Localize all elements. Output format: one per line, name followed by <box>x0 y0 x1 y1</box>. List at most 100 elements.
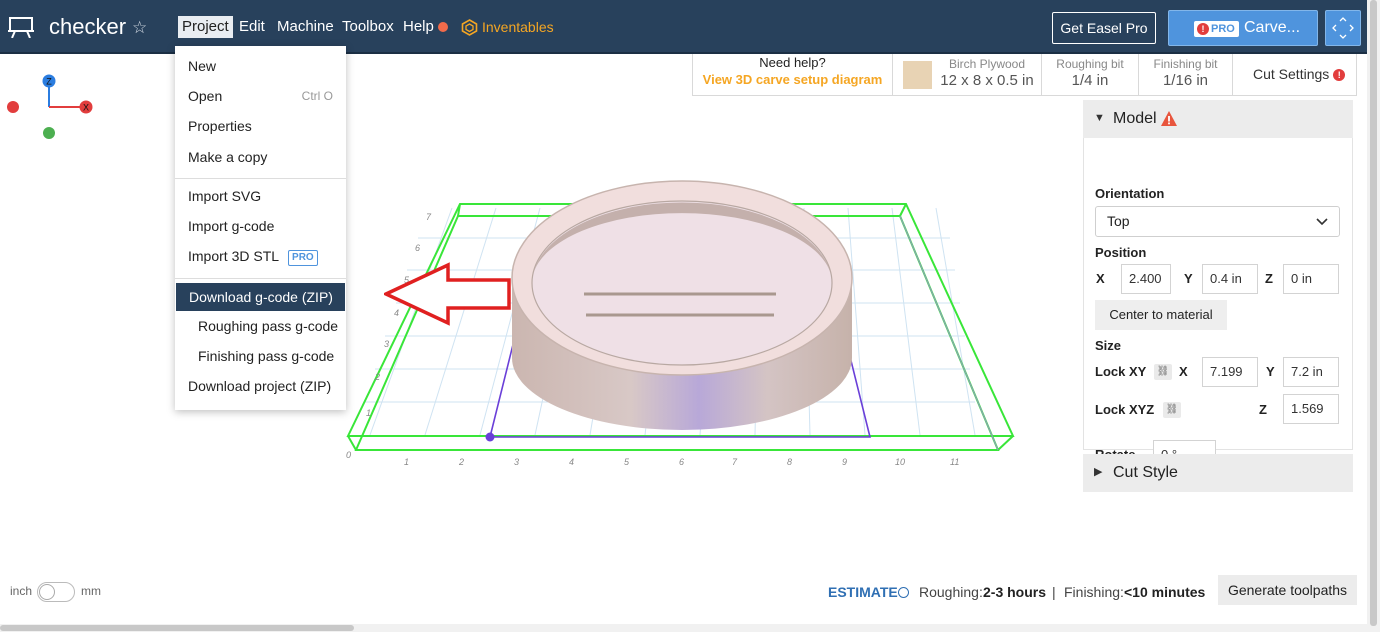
finishing-bit-value: 1/16 in <box>1162 72 1209 89</box>
menu-machine[interactable]: Machine <box>277 18 334 35</box>
lock-xyz-label: Lock XYZ <box>1095 402 1155 417</box>
cut-settings-button[interactable]: Cut Settings! <box>1253 66 1346 82</box>
size-y-input[interactable]: 7.2 in <box>1283 357 1339 387</box>
carve-label: Carve... <box>1244 19 1301 36</box>
size-x-label: X <box>1179 364 1188 379</box>
carve-button[interactable]: ! PRO Carve... <box>1168 10 1318 46</box>
menu-item-finishing-pass-gcode[interactable]: Finishing pass g-code <box>175 343 346 369</box>
size-z-label: Z <box>1259 402 1267 417</box>
svg-text:10: 10 <box>895 457 905 467</box>
material-cell[interactable]: Birch Plywood 12 x 8 x 0.5 in <box>893 54 1042 95</box>
position-y-input[interactable]: 0.4 in <box>1202 264 1258 294</box>
size-z-input[interactable]: 1.569 <box>1283 394 1339 424</box>
unit-toggle[interactable] <box>37 582 75 602</box>
lock-xyz-link-icon[interactable]: ⛓ <box>1163 402 1181 418</box>
svg-text:1: 1 <box>404 457 409 467</box>
get-easel-pro-button[interactable]: Get Easel Pro <box>1052 12 1156 44</box>
menu-project[interactable]: Project <box>178 16 233 38</box>
orientation-select[interactable]: Top <box>1095 206 1340 237</box>
menu-item-properties[interactable]: Properties <box>175 113 346 139</box>
material-swatch <box>903 61 932 89</box>
chevron-down-icon <box>1316 207 1328 247</box>
menu-divider <box>175 278 346 279</box>
roughing-estimate-value: 2-3 hours <box>983 584 1047 600</box>
svg-text:6: 6 <box>415 243 420 253</box>
clock-icon <box>898 587 909 598</box>
alert-icon: ! <box>1197 23 1209 35</box>
menu-toolbox[interactable]: Toolbox <box>342 18 394 35</box>
model-panel-header[interactable]: ▼ Model <box>1083 100 1353 138</box>
cut-style-panel-header[interactable]: ▶ Cut Style <box>1083 454 1353 492</box>
lock-xy-link-icon[interactable]: ⛓ <box>1154 364 1172 380</box>
svg-text:3: 3 <box>514 457 519 467</box>
caret-down-icon: ▼ <box>1094 112 1105 124</box>
inventables-hex-icon[interactable] <box>461 19 478 36</box>
pro-badge: PRO <box>288 250 318 266</box>
svg-text:11: 11 <box>950 457 959 467</box>
pro-badge: ! PRO <box>1194 21 1239 37</box>
svg-text:7: 7 <box>732 457 738 467</box>
size-y-label: Y <box>1266 364 1275 379</box>
svg-text:1: 1 <box>366 408 371 418</box>
axis-gizmo[interactable]: Z X <box>0 68 100 148</box>
annotation-arrow-icon <box>384 262 511 326</box>
warning-icon <box>1161 111 1177 126</box>
position-x-input[interactable]: 2.400 <box>1121 264 1171 294</box>
menu-item-download-project-zip[interactable]: Download project (ZIP) <box>175 373 346 399</box>
svg-text:8: 8 <box>787 457 792 467</box>
menu-item-import-gcode[interactable]: Import g-code <box>175 213 346 239</box>
expand-arrows-icon <box>1332 17 1354 39</box>
svg-text:6: 6 <box>679 457 684 467</box>
svg-text:2: 2 <box>458 457 464 467</box>
model-panel-body: Orientation Top Position X 2.400 Y 0.4 i… <box>1083 138 1353 470</box>
menu-item-new[interactable]: New <box>175 53 346 79</box>
help-notification-dot <box>438 22 448 32</box>
horizontal-scrollbar[interactable] <box>0 624 1367 632</box>
alert-icon: ! <box>1333 69 1346 81</box>
menu-item-import-svg[interactable]: Import SVG <box>175 183 346 209</box>
generate-toolpaths-button[interactable]: Generate toolpaths <box>1218 575 1357 605</box>
roughing-estimate-label: Roughing: <box>919 584 983 600</box>
svg-text:2: 2 <box>374 372 380 382</box>
center-to-material-button[interactable]: Center to material <box>1095 300 1227 330</box>
unit-inch-label: inch <box>10 584 33 598</box>
svg-text:7: 7 <box>426 212 432 222</box>
roughing-bit-cell[interactable]: Roughing bit 1/4 in <box>1042 54 1139 95</box>
menu-item-download-gcode-zip[interactable]: Download g-code (ZIP) <box>176 283 345 311</box>
menu-item-roughing-pass-gcode[interactable]: Roughing pass g-code <box>175 313 346 339</box>
star-icon[interactable]: ☆ <box>132 18 147 38</box>
menu-item-import-3d-stl[interactable]: Import 3D STL PRO <box>175 243 346 269</box>
easel-app: checker ☆ Project Edit Machine Toolbox H… <box>0 0 1380 632</box>
menu-item-open[interactable]: Open Ctrl O <box>175 83 346 109</box>
position-y-label: Y <box>1184 271 1193 286</box>
scrollbar-thumb[interactable] <box>0 625 354 631</box>
cut-style-title: Cut Style <box>1113 464 1178 481</box>
open-shortcut: Ctrl O <box>301 89 333 103</box>
caret-right-icon: ▶ <box>1094 466 1103 478</box>
size-x-input[interactable]: 7.199 <box>1202 357 1258 387</box>
expand-button[interactable] <box>1325 10 1361 46</box>
menu-item-make-a-copy[interactable]: Make a copy <box>175 144 346 170</box>
roughing-bit-label: Roughing bit <box>1056 57 1124 71</box>
vertical-scrollbar[interactable] <box>1367 0 1380 632</box>
svg-text:4: 4 <box>569 457 574 467</box>
position-z-input[interactable]: 0 in <box>1283 264 1339 294</box>
roughing-bit-value: 1/4 in <box>1071 72 1109 89</box>
svg-text:Z: Z <box>46 77 52 87</box>
orientation-label: Orientation <box>1095 186 1165 201</box>
finishing-bit-cell[interactable]: Finishing bit 1/16 in <box>1139 54 1233 95</box>
material-name: Birch Plywood <box>948 57 1026 71</box>
inventables-link[interactable]: Inventables <box>482 19 554 35</box>
estimate-separator: | <box>1052 584 1056 600</box>
easel-logo-icon[interactable] <box>8 16 34 38</box>
menu-edit[interactable]: Edit <box>239 18 265 35</box>
estimate-link[interactable]: ESTIMATE <box>828 584 898 600</box>
model-panel: ▼ Model Orientation Top Position X 2.400… <box>1083 100 1353 470</box>
help-title: Need help? <box>759 55 826 70</box>
carve-setup-diagram-link[interactable]: View 3D carve setup diagram <box>693 72 892 87</box>
finishing-estimate-label: Finishing: <box>1064 584 1124 600</box>
menu-help[interactable]: Help <box>403 18 434 35</box>
scrollbar-thumb[interactable] <box>1370 0 1377 626</box>
material-size: 12 x 8 x 0.5 in <box>940 72 1034 89</box>
project-title[interactable]: checker <box>49 14 126 40</box>
